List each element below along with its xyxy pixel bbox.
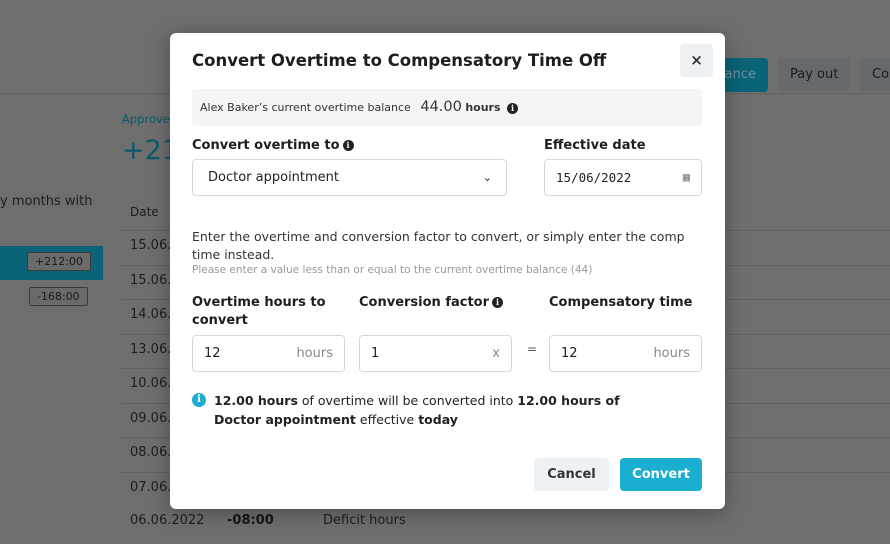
cancel-button[interactable]: Cancel	[534, 458, 609, 491]
equals-sign: =	[527, 342, 538, 356]
convert-button[interactable]: Convert	[620, 458, 702, 491]
row-type: Deficit hours	[323, 513, 406, 528]
convert-bg-button[interactable]: Co	[860, 58, 890, 92]
balance-hint: Please enter a value less than or equal …	[192, 264, 593, 276]
overtime-hours-value: 12	[204, 346, 221, 361]
convert-to-label-text: Convert overtime to	[192, 138, 340, 153]
dialog-title: Convert Overtime to Compensatory Time Of…	[192, 51, 607, 70]
overtime-hours-input[interactable]: 12 hours	[192, 335, 345, 372]
summary-part: effective	[355, 412, 419, 427]
chip: -168:00	[29, 287, 88, 306]
effective-date-input[interactable]: 15/06/2022 ▦	[544, 159, 702, 196]
effective-date-label: Effective date	[544, 138, 646, 153]
balance-unit: hours	[465, 101, 501, 114]
comp-time-value: 12	[561, 346, 578, 361]
comp-time-label: Compensatory time	[549, 295, 693, 310]
instructions: Enter the overtime and conversion factor…	[192, 229, 685, 262]
calendar-icon[interactable]: ▦	[683, 160, 690, 195]
convert-to-value: Doctor appointment	[208, 170, 340, 185]
row-value: -08:00	[227, 513, 274, 528]
side-text: y months with	[0, 194, 93, 209]
row-date: 06.06.2022	[130, 513, 205, 528]
hours-suffix: hours	[296, 346, 333, 361]
hours-suffix: hours	[653, 346, 690, 361]
convert-to-label: Convert overtime to i	[192, 137, 354, 155]
multiply-suffix: x	[492, 346, 500, 361]
convert-overtime-dialog: Convert Overtime to Compensatory Time Of…	[170, 33, 725, 509]
conversion-summary: 12.00 hours of overtime will be converte…	[214, 391, 664, 429]
info-icon[interactable]: i	[492, 297, 504, 308]
effective-date-value: 15/06/2022	[556, 170, 632, 185]
info-icon: i	[192, 393, 206, 407]
comp-time-input[interactable]: 12 hours	[549, 335, 702, 372]
summary-part: of overtime will be converted into	[297, 393, 518, 408]
date-header: Date	[130, 205, 159, 219]
balance-label: Alex Baker’s current overtime balance	[200, 101, 411, 114]
info-icon[interactable]: i	[507, 102, 519, 114]
chevron-down-icon: ⌄	[482, 171, 492, 184]
conversion-factor-label: Conversion factor i	[359, 294, 504, 312]
balance-value: 44.00	[420, 99, 462, 115]
conversion-factor-input[interactable]: 1 x	[359, 335, 512, 372]
summary-part: 12.00 hours	[214, 393, 298, 408]
overtime-balance: Alex Baker’s current overtime balance 44…	[192, 89, 702, 126]
conversion-factor-value: 1	[371, 346, 380, 361]
close-button[interactable]: ×	[680, 44, 713, 77]
pay-out-button[interactable]: Pay out	[778, 58, 851, 92]
chip: +212:00	[27, 252, 91, 271]
conversion-factor-label-text: Conversion factor	[359, 295, 490, 310]
info-icon[interactable]: i	[342, 140, 354, 151]
overtime-hours-label: Overtime hours to convert	[192, 295, 326, 328]
convert-to-select[interactable]: Doctor appointment ⌄	[192, 159, 507, 196]
approved-link[interactable]: Approve	[122, 112, 170, 126]
summary-part: today	[418, 412, 458, 427]
